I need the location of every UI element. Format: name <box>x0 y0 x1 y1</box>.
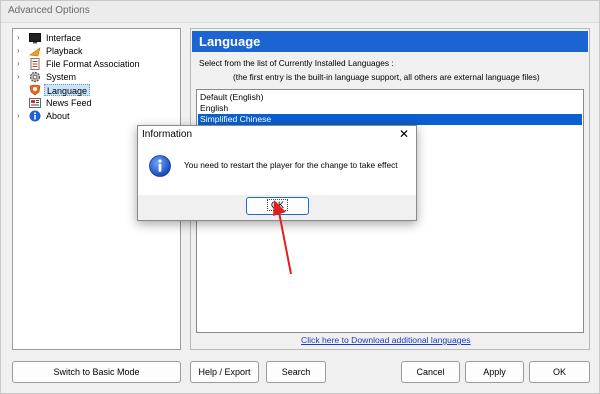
tree-item-news-feed[interactable]: News Feed <box>17 97 167 110</box>
dialog-title-bar: Information ✕ <box>138 126 416 145</box>
apply-button[interactable]: Apply <box>465 361 524 383</box>
file-icon <box>29 58 41 70</box>
tree-label-news-feed: News Feed <box>46 98 92 108</box>
instruction-subtext: (the first entry is the built-in languag… <box>233 72 540 82</box>
tree-label-about: About <box>46 111 70 121</box>
gear-icon <box>29 71 41 83</box>
cancel-button[interactable]: Cancel <box>401 361 460 383</box>
list-item-english[interactable]: English <box>198 103 582 114</box>
list-item-simplified-chinese[interactable]: Simplified Chinese <box>198 114 582 125</box>
list-item-default-english[interactable]: Default (English) <box>198 92 582 103</box>
tree-item-file-format-association[interactable]: › File Format Association <box>17 58 167 71</box>
tree-item-about[interactable]: › About <box>17 110 167 123</box>
search-button[interactable]: Search <box>266 361 326 383</box>
info-icon <box>149 155 171 177</box>
annotation-arrow-icon <box>273 200 292 275</box>
chevron-right-icon[interactable]: › <box>17 111 25 121</box>
news-icon <box>29 97 41 109</box>
instruction-text: Select from the list of Currently Instal… <box>199 58 394 68</box>
monitor-icon <box>29 32 41 44</box>
dialog-title: Information <box>142 129 193 140</box>
switch-basic-mode-button[interactable]: Switch to Basic Mode <box>12 361 181 383</box>
tree-item-playback[interactable]: › Playback <box>17 45 167 58</box>
tree-label-file-format: File Format Association <box>46 59 140 69</box>
tree-label-language: Language <box>44 84 91 96</box>
tree-label-interface: Interface <box>46 33 82 43</box>
tree-label-playback: Playback <box>46 46 83 56</box>
close-icon[interactable]: ✕ <box>397 127 411 142</box>
tree-item-interface[interactable]: › Interface <box>17 32 167 45</box>
title-bar: Advanced Options <box>1 1 599 23</box>
chevron-right-icon[interactable]: › <box>17 72 25 82</box>
tree-label-system: System <box>46 72 77 82</box>
window-title: Advanced Options <box>8 5 90 16</box>
dialog-message: You need to restart the player for the c… <box>184 160 398 170</box>
chevron-right-icon[interactable]: › <box>17 46 25 56</box>
panel-header: Language <box>192 31 588 52</box>
panel-title: Language <box>199 34 261 49</box>
play-icon <box>29 45 41 57</box>
download-languages-link[interactable]: Click here to Download additional langua… <box>301 335 471 345</box>
chevron-right-icon[interactable]: › <box>17 59 25 69</box>
tree-item-language[interactable]: Language <box>17 84 167 97</box>
language-icon <box>29 84 41 96</box>
tree-item-system[interactable]: › System <box>17 71 167 84</box>
info-icon <box>29 110 41 122</box>
help-export-button[interactable]: Help / Export <box>190 361 259 383</box>
chevron-right-icon[interactable]: › <box>17 33 25 43</box>
ok-button[interactable]: OK <box>529 361 590 383</box>
dialog-body: You need to restart the player for the c… <box>138 145 416 195</box>
